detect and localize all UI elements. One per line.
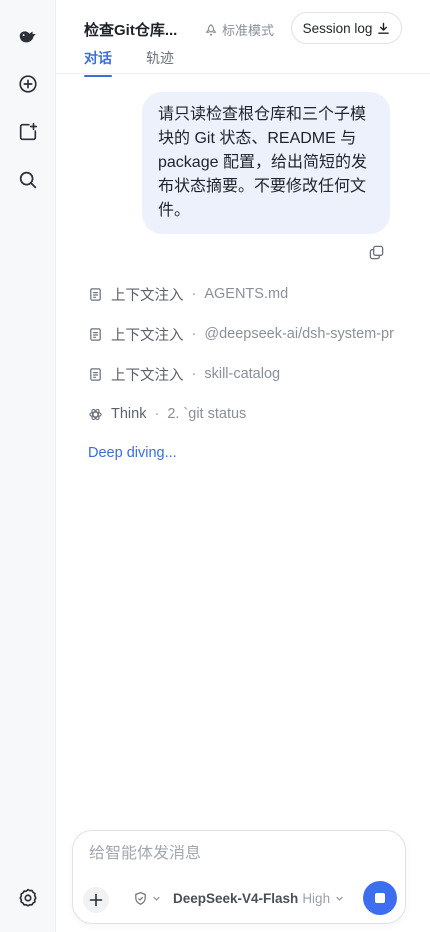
step-value: AGENTS.md [204,286,289,302]
attach-button[interactable] [83,887,109,913]
tab-chat[interactable]: 对话 [84,48,112,77]
document-icon [88,326,104,342]
left-rail [0,0,56,932]
step-label: 上下文注入 [111,367,184,384]
context-injection-step[interactable]: 上下文注入 · AGENTS.md [88,283,288,305]
step-value: @deepseek-ai/dsh-system-pr [204,326,394,342]
mode-indicator[interactable]: 标准模式 [204,20,274,39]
copy-icon[interactable] [366,242,386,262]
step-label: 上下文注入 [111,287,184,304]
session-log-button[interactable]: Session log [291,12,402,44]
settings-icon[interactable] [14,884,42,912]
context-injection-step[interactable]: 上下文注入 · @deepseek-ai/dsh-system-pr [88,323,394,345]
search-icon[interactable] [14,166,42,194]
chevron-down-icon [336,896,343,901]
whale-logo-icon[interactable] [14,22,42,50]
download-icon [378,22,390,34]
model-selector[interactable]: DeepSeek-V4-Flash High [173,891,345,906]
user-message-bubble: 请只读检查根仓库和三个子模块的 Git 状态、README 与 package … [142,92,390,234]
plus-icon [89,893,103,907]
think-step[interactable]: Think · 2. `git status [88,403,246,425]
separator-dot: · [191,366,197,382]
separator-dot: · [191,326,197,342]
mode-label: 标准模式 [222,23,275,38]
permission-dropdown[interactable] [133,891,162,906]
top-header: 检查Git仓库... 标准模式 Session log 对话 轨迹 [56,0,430,77]
new-chat-icon[interactable] [14,70,42,98]
separator-dot: · [191,286,197,302]
shield-icon [135,892,146,905]
context-injection-step[interactable]: 上下文注入 · skill-catalog [88,363,280,385]
stop-icon [375,893,385,903]
chevron-down-icon [153,896,160,901]
mode-icon [205,23,217,36]
think-icon [88,406,104,422]
message-input[interactable] [89,845,389,863]
tab-trace[interactable]: 轨迹 [146,48,174,68]
stop-button[interactable] [363,881,397,915]
session-log-label: Session log [302,20,373,36]
effort-level: High [302,891,331,906]
separator-dot: · [154,406,160,422]
status-text: Deep diving... [88,445,177,461]
step-label: Think [111,406,147,422]
message-composer: DeepSeek-V4-Flash High [72,830,406,924]
add-agent-icon[interactable] [14,118,42,146]
step-value: 2. `git status [167,406,247,422]
conversation-title[interactable]: 检查Git仓库... [84,19,177,40]
step-label: 上下文注入 [111,327,184,344]
document-icon [88,286,104,302]
model-name: DeepSeek-V4-Flash [173,891,299,906]
step-value: skill-catalog [204,366,281,382]
document-icon [88,366,104,382]
